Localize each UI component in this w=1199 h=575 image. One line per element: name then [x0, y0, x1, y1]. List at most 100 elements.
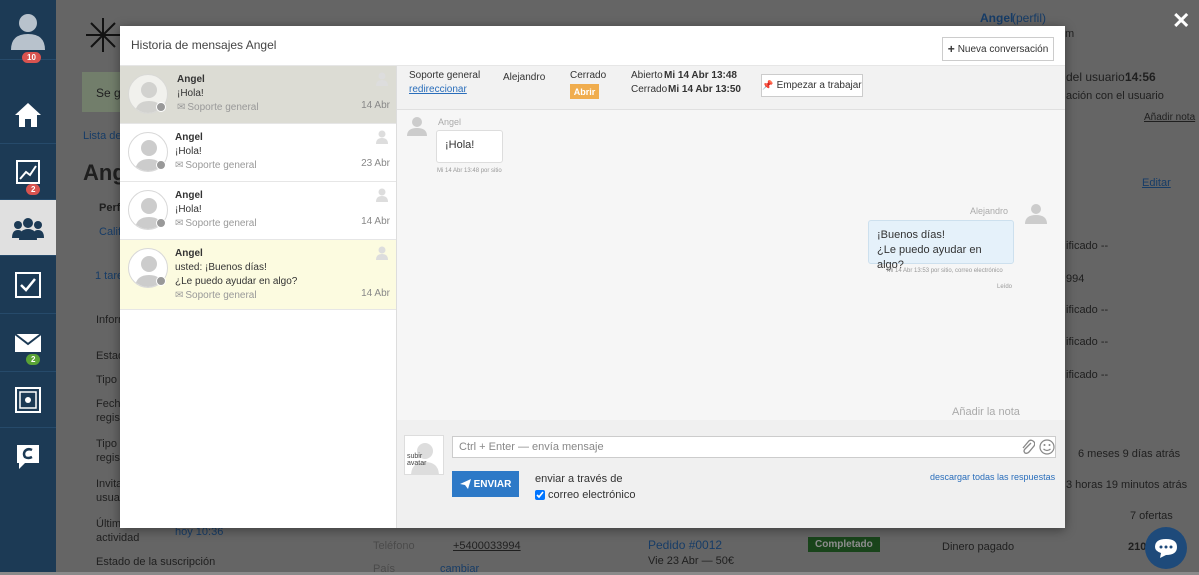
conversation-date: 14 Abr	[361, 216, 390, 227]
new-conversation-label: Nueva conversación	[957, 43, 1049, 55]
email-channel-label: correo electrónico	[548, 489, 636, 501]
sidebar-item-safe[interactable]	[0, 372, 56, 428]
email-checkbox[interactable]	[535, 490, 545, 500]
person-icon	[376, 188, 388, 202]
close-modal-icon[interactable]: ✕	[1172, 8, 1190, 34]
conversation-date: 14 Abr	[361, 288, 390, 299]
start-work-label: Empezar a trabajar	[776, 80, 862, 91]
conversation-item[interactable]: Angel ¡Hola! ✉ Soporte general 14 Abr	[120, 66, 396, 124]
sidebar-item-reports[interactable]: 2	[0, 144, 56, 200]
envelope-icon: ✉	[177, 102, 186, 113]
message-input[interactable]	[452, 436, 1056, 458]
send-label: ENVIAR	[473, 478, 512, 490]
safe-icon	[15, 386, 41, 413]
channel-label: Soporte general	[187, 102, 259, 113]
start-work-button[interactable]: 📌 Empezar a trabajar	[761, 74, 863, 97]
conversation-channel: ✉ Soporte general	[175, 218, 257, 229]
message-history-modal: Historia de mensajes Angel + Nueva conve…	[120, 26, 1065, 528]
conversation-preview-line2: ¿Le puedo ayudar en algo?	[175, 276, 298, 287]
upload-avatar-button[interactable]: subir avatar	[404, 435, 444, 475]
conversation-channel: ✉ Soporte general	[177, 102, 259, 113]
reports-badge: 2	[26, 184, 41, 195]
conversation-item[interactable]: Angel usted: ¡Buenos días! ¿Le puedo ayu…	[120, 240, 396, 310]
sidebar-item-profile[interactable]: 10	[0, 0, 56, 63]
message-bubble: ¡Buenos días! ¿Le puedo ayudar en algo?	[868, 220, 1014, 271]
conversation-name: Angel	[175, 248, 203, 259]
conversation-meta: Soporte general redireccionar Alejandro …	[397, 66, 1065, 110]
mail-icon	[14, 332, 42, 352]
messages-badge: 2	[26, 354, 41, 365]
download-all-replies-link[interactable]: descargar todas las respuestas	[930, 472, 1055, 482]
opened-label: Abierto	[631, 70, 663, 81]
modal-title: Historia de mensajes Angel	[131, 38, 277, 52]
user-avatar-icon	[11, 13, 45, 50]
sidebar-item-messages[interactable]: 2	[0, 314, 56, 372]
conversation-channel: ✉ Soporte general	[175, 160, 257, 171]
pin-icon: 📌	[762, 80, 774, 90]
upload-avatar-label: subir avatar	[407, 453, 427, 467]
users-icon	[12, 217, 44, 240]
conversation-date: 23 Abr	[361, 158, 390, 169]
sidebar-item-chat[interactable]	[0, 428, 56, 484]
plus-icon: +	[947, 42, 955, 56]
person-icon	[376, 246, 388, 260]
reopen-button[interactable]: Abrir	[570, 84, 599, 99]
message-bubble: ¡Hola!	[436, 130, 503, 163]
sidebar-item-users[interactable]	[0, 200, 56, 256]
paper-plane-icon	[459, 479, 471, 489]
conversation-preview: usted: ¡Buenos días!	[175, 262, 267, 273]
message-meta: Mi 14 Abr 13:53 por sitio, correo electr…	[887, 268, 1003, 274]
conversation-date: 14 Abr	[361, 100, 390, 111]
conversation-name: Angel	[175, 190, 203, 201]
user-avatar-icon	[407, 117, 427, 136]
status-dot	[156, 102, 166, 112]
sidebar-item-tasks[interactable]	[0, 256, 56, 314]
conversation-preview: ¡Hola!	[175, 204, 202, 215]
closed-label: Cerrado	[631, 84, 668, 95]
conversation-name: Angel	[175, 132, 203, 143]
notification-badge: 10	[22, 52, 41, 63]
modal-header: Historia de mensajes Angel + Nueva conve…	[120, 26, 1065, 66]
envelope-icon: ✉	[175, 218, 184, 229]
status-dot	[156, 218, 166, 228]
conversation-item[interactable]: Angel ¡Hola! ✉ Soporte general 23 Abr	[120, 124, 396, 182]
home-icon	[15, 102, 41, 127]
app-sidebar: 10 2 2	[0, 0, 56, 572]
conversation-preview: ¡Hola!	[177, 88, 204, 99]
message-text: ¡Buenos días!	[877, 229, 945, 241]
chat-bubble-icon	[1155, 539, 1177, 558]
redirect-link[interactable]: redireccionar	[409, 84, 467, 95]
person-icon	[376, 72, 388, 86]
conversation-list: Angel ¡Hola! ✉ Soporte general 14 Abr Ang…	[120, 66, 397, 528]
conversation-channel: ✉ Soporte general	[175, 290, 257, 301]
message-meta: Mi 14 Abr 13:48 por sitio	[437, 168, 502, 174]
message-text: ¡Hola!	[445, 139, 475, 151]
message-composer: subir avatar ENVIAR enviar a través de c…	[397, 420, 1065, 528]
agent-avatar-icon	[1025, 204, 1047, 224]
status-label: Cerrado	[570, 70, 607, 81]
closed-value: Mi 14 Abr 13:50	[668, 84, 741, 95]
chat-logo-icon	[17, 445, 39, 469]
status-dot	[156, 276, 166, 286]
agent-name: Alejandro	[503, 72, 546, 83]
opened-value: Mi 14 Abr 13:48	[664, 70, 737, 81]
conversation-item[interactable]: Angel ¡Hola! ✉ Soporte general 14 Abr	[120, 182, 396, 240]
emoji-icon[interactable]	[1039, 439, 1055, 455]
email-channel-option[interactable]: correo electrónico	[535, 489, 635, 501]
person-icon	[376, 130, 388, 144]
message-sender: Alejandro	[970, 206, 1009, 216]
send-button[interactable]: ENVIAR	[452, 471, 519, 497]
new-conversation-button[interactable]: + Nueva conversación	[942, 37, 1054, 61]
sidebar-item-home[interactable]	[0, 86, 56, 144]
conversation-name: Angel	[177, 74, 205, 85]
chart-icon	[16, 159, 40, 184]
channel-name: Soporte general	[409, 70, 481, 81]
paperclip-icon[interactable]	[1021, 439, 1035, 455]
channel-label: Soporte general	[185, 160, 257, 171]
conversation-preview: ¡Hola!	[175, 146, 202, 157]
envelope-icon: ✉	[175, 290, 184, 301]
status-dot	[156, 160, 166, 170]
message-read: Leído	[997, 284, 1013, 290]
chat-widget-button[interactable]	[1145, 527, 1187, 569]
add-note-link[interactable]: Añadir la nota	[952, 406, 1020, 418]
